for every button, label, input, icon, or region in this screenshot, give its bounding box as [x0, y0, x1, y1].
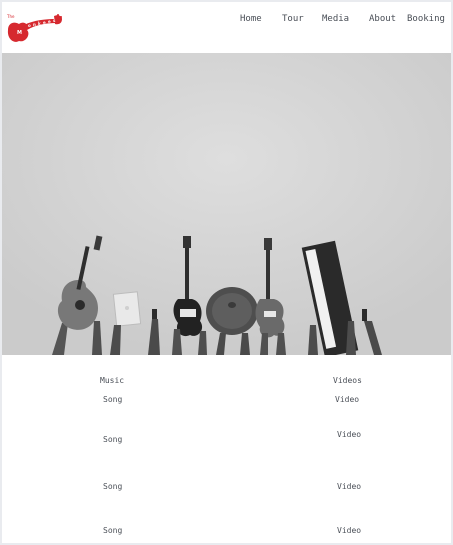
song-item[interactable]: Song	[103, 395, 122, 404]
instruments-photo-icon	[2, 53, 451, 355]
video-item[interactable]: Video	[337, 482, 361, 491]
song-item[interactable]: Song	[103, 435, 122, 444]
video-item[interactable]: Video	[337, 526, 361, 535]
site-header: M o n k e e s The Home Tour Media About …	[2, 2, 451, 53]
song-item[interactable]: Song	[103, 526, 122, 535]
videos-header: Videos	[333, 376, 362, 385]
nav-media[interactable]: Media	[322, 14, 349, 24]
page: M o n k e e s The Home Tour Media About …	[2, 2, 451, 543]
main-nav: Home Tour Media About Booking	[2, 12, 451, 28]
song-item[interactable]: Song	[103, 482, 122, 491]
nav-booking[interactable]: Booking	[407, 14, 445, 24]
nav-about[interactable]: About	[369, 14, 396, 24]
hero-image	[2, 53, 451, 355]
svg-text:M: M	[17, 30, 22, 36]
video-item[interactable]: Video	[335, 395, 359, 404]
media-list: Music Videos Song Video Song Video Song …	[2, 355, 451, 543]
music-header: Music	[100, 376, 125, 385]
video-item[interactable]: Video	[337, 430, 361, 439]
nav-tour[interactable]: Tour	[282, 14, 304, 24]
nav-home[interactable]: Home	[240, 14, 262, 24]
